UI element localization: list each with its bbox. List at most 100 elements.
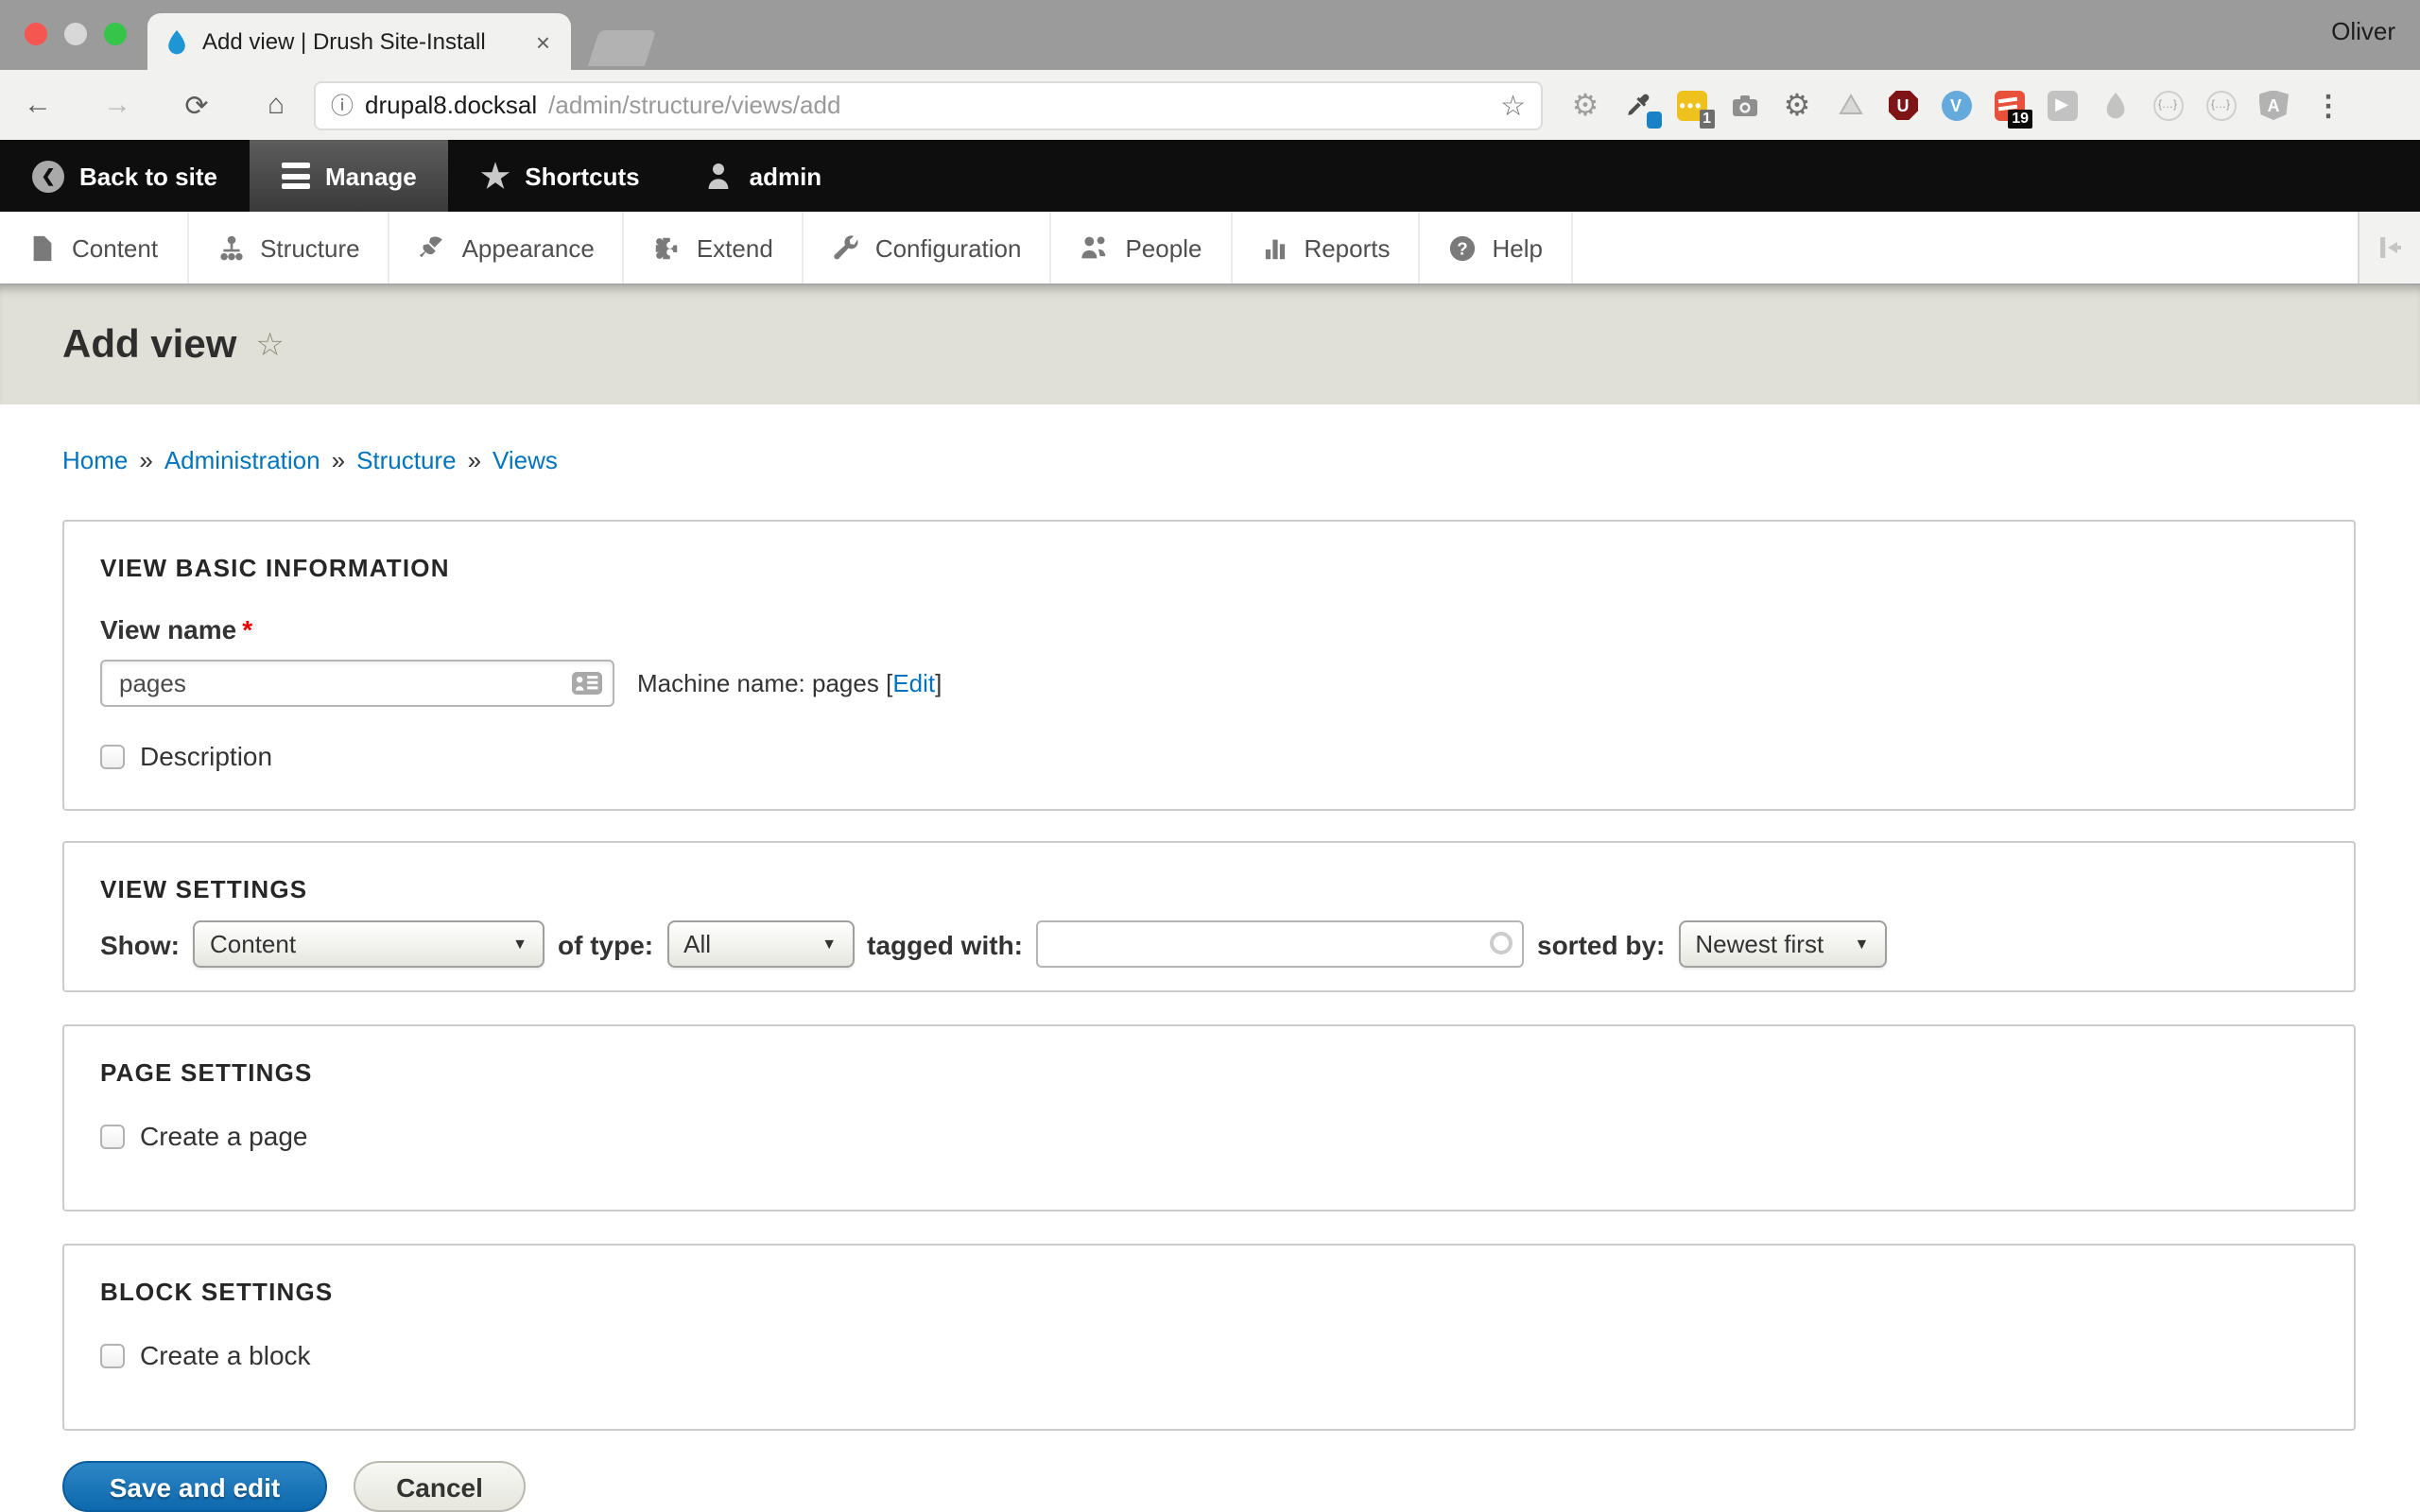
password-manager-badge: 1 [1699,110,1715,129]
breadcrumb-administration[interactable]: Administration [164,446,320,474]
of-type-label: of type: [558,929,653,959]
tab-title: Add view | Drush Site-Install [202,28,519,55]
page-settings-fieldset: PAGE SETTINGS Create a page [62,1024,2356,1211]
url-path: /admin/structure/views/add [548,91,840,119]
cancel-button[interactable]: Cancel [354,1461,526,1512]
manage-tab[interactable]: Manage [250,140,449,212]
page-title: Add view [62,322,236,368]
create-page-label: Create a page [140,1121,307,1151]
back-to-site-button[interactable]: ❮ Back to site [0,140,250,212]
reload-icon[interactable]: ⟳ [178,88,216,122]
description-label: Description [140,741,272,771]
breadcrumb-separator: » [139,446,152,474]
zoom-window-button[interactable] [104,23,127,45]
menu-item-help[interactable]: ? Help [1421,212,1574,284]
menu-item-reports[interactable]: Reports [1232,212,1420,284]
machine-name-edit-link[interactable]: Edit [892,669,935,697]
tab-strip: Add view | Drush Site-Install × Oliver [0,0,2420,70]
browser-profile-name[interactable]: Oliver [2331,17,2395,45]
json-viewer-extension-icon[interactable]: {…} [2152,89,2184,121]
address-bar[interactable]: ⓘ drupal8.docksal /admin/structure/views… [314,80,1543,129]
close-window-button[interactable] [25,23,47,45]
breadcrumb-separator: » [468,446,481,474]
play-glyph: ▶ [2047,90,2077,120]
breadcrumb-views[interactable]: Views [493,446,558,474]
browser-tab[interactable]: Add view | Drush Site-Install × [147,13,571,70]
gear-extension-icon[interactable]: ⚙ [1569,89,1601,121]
menu-label: Content [72,233,158,262]
todoist-extension-icon[interactable]: 19 [1993,89,2025,121]
tagged-with-input[interactable] [1036,920,1524,968]
view-basic-information-fieldset: VIEW BASIC INFORMATION View name* [62,520,2356,811]
tab-close-icon[interactable]: × [532,27,554,56]
view-settings-fieldset: VIEW SETTINGS Show: Content ▼ of type: A… [62,841,2356,992]
back-icon[interactable]: ← [19,89,57,121]
tagged-with-label: tagged with: [867,929,1023,959]
shortcuts-label: Shortcuts [525,162,639,190]
video-player-extension-icon[interactable]: ▶ [2046,89,2078,121]
angular-extension-icon[interactable]: A [2257,89,2290,121]
eyedropper-extension-icon[interactable] [1622,89,1654,121]
ublock-extension-icon[interactable]: U [1887,89,1919,121]
create-block-checkbox[interactable] [100,1343,125,1367]
content-file-icon [28,233,57,262]
shortcuts-tab[interactable]: ★ Shortcuts [449,140,672,212]
create-page-checkbox[interactable] [100,1124,125,1148]
autocomplete-throbber-icon [1490,932,1512,954]
menu-item-people[interactable]: People [1051,212,1232,284]
vimeo-extension-icon[interactable]: V [1940,89,1972,121]
of-type-select[interactable]: All ▼ [666,920,854,968]
browser-menu-icon[interactable]: ⋮ [2314,88,2342,122]
todoist-badge: 19 [2008,110,2032,129]
configuration-wrench-icon [832,233,860,262]
extend-puzzle-icon [653,233,682,262]
show-select[interactable]: Content ▼ [193,920,544,968]
toolbar-orientation-toggle[interactable] [2358,212,2420,284]
colorzilla-extension-icon[interactable]: ⚙ [1781,89,1813,121]
menu-item-content[interactable]: Content [0,212,188,284]
page-header: Add view ☆ [0,285,2420,404]
svg-text:?: ? [1458,237,1468,257]
description-checkbox[interactable] [100,744,125,768]
window-controls [25,23,127,45]
menubar-spacer [1573,212,2358,284]
admin-user-tab[interactable]: admin [672,140,855,212]
view-name-label: View name* [100,614,2316,644]
screenshot-camera-extension-icon[interactable] [1728,89,1760,121]
fieldset-legend: VIEW SETTINGS [100,875,2316,903]
drive-extension-icon[interactable] [1834,89,1866,121]
menu-label: Extend [697,233,773,262]
password-manager-extension-icon[interactable]: ••• 1 [1675,89,1707,121]
home-icon[interactable]: ⌂ [257,89,295,121]
menu-item-structure[interactable]: Structure [188,212,390,284]
block-settings-fieldset: BLOCK SETTINGS Create a block [62,1244,2356,1431]
form-actions: Save and edit Cancel [62,1461,2356,1512]
breadcrumb-structure[interactable]: Structure [356,446,457,474]
menu-item-configuration[interactable]: Configuration [804,212,1052,284]
menu-label: Structure [260,233,360,262]
drupal-extension-icon[interactable] [2099,89,2131,121]
chevron-down-icon: ▼ [1855,936,1870,953]
sorted-by-select[interactable]: Newest first ▼ [1678,920,1886,968]
forward-icon[interactable]: → [98,89,136,121]
bookmark-star-icon[interactable]: ☆ [1500,88,1526,122]
menu-item-extend[interactable]: Extend [625,212,804,284]
favorite-star-icon[interactable]: ☆ [255,326,285,364]
angular-letter: A [2258,90,2289,120]
site-info-icon[interactable]: ⓘ [331,89,354,121]
view-name-input[interactable] [100,660,614,707]
admin-user-label: admin [750,162,822,190]
json-formatter-extension-icon[interactable]: {…} [2204,89,2237,121]
breadcrumb-separator: » [332,446,345,474]
collapse-left-icon [2375,232,2405,263]
manage-label: Manage [325,162,417,190]
save-and-edit-button[interactable]: Save and edit [62,1461,327,1512]
eyedropper-badge [1647,112,1662,129]
manage-menu-icon [282,163,310,189]
menu-item-appearance[interactable]: Appearance [390,212,625,284]
breadcrumb-home[interactable]: Home [62,446,128,474]
new-tab-button[interactable] [588,30,656,66]
menu-label: Configuration [875,233,1022,262]
minimize-window-button[interactable] [64,23,87,45]
show-label: Show: [100,929,180,959]
